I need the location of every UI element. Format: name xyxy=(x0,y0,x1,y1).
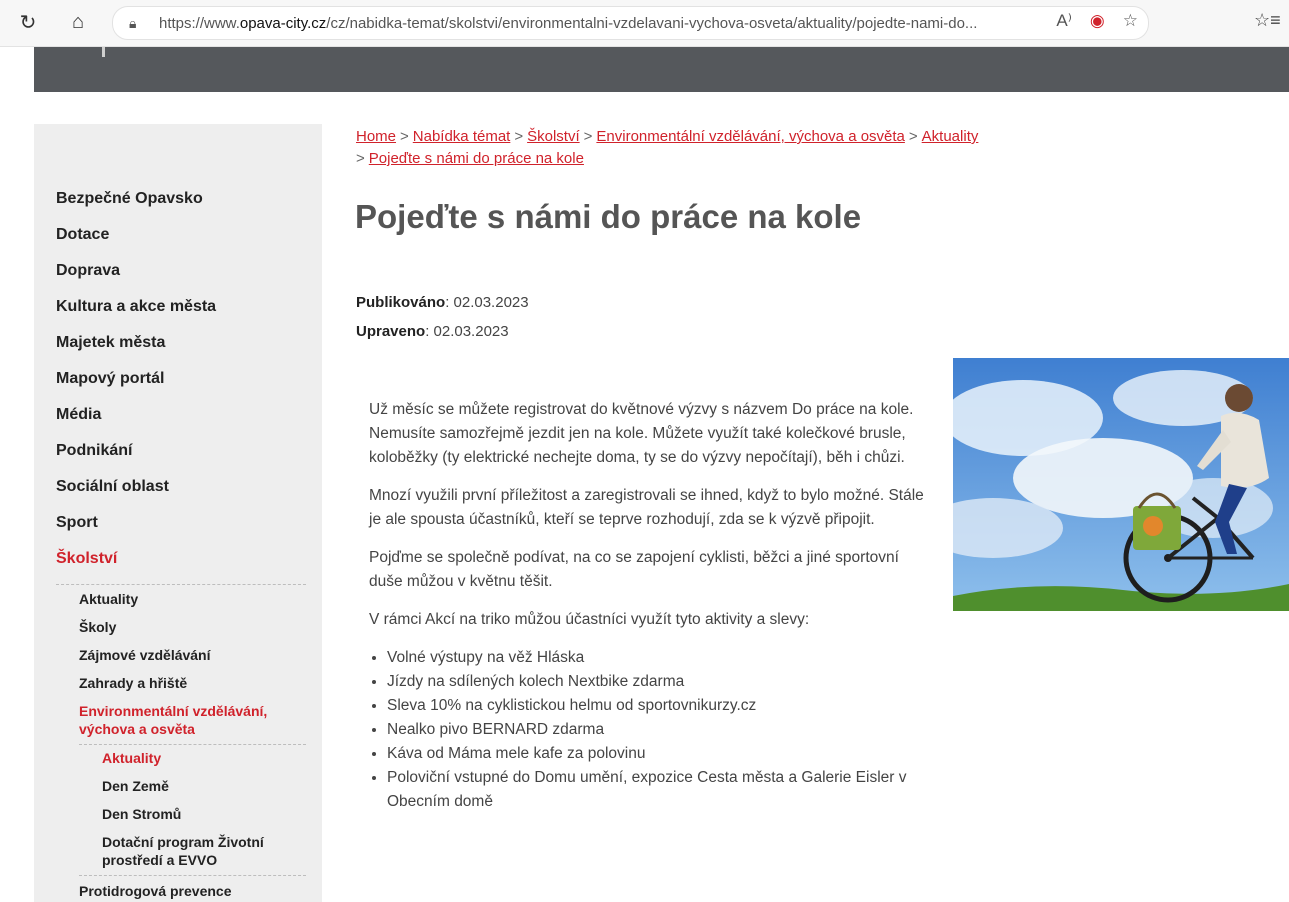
cyclist-photo-illustration xyxy=(953,358,1289,611)
site-header xyxy=(34,47,1289,92)
sidebar-subsubitem-den-stromu[interactable]: Den Stromů xyxy=(79,805,306,833)
sidebar-menu: Bezpečné Opavsko Dotace Doprava Kultura … xyxy=(56,188,306,902)
edited-date: : 02.03.2023 xyxy=(425,323,509,340)
sidebar-subsubitem-den-zeme[interactable]: Den Země xyxy=(79,777,306,805)
article-paragraph: Pojďme se společně podívat, na co se zap… xyxy=(369,549,899,590)
sidebar-item-podnikani[interactable]: Podnikání xyxy=(56,440,306,476)
sidebar-item-skolstvi[interactable]: Školství xyxy=(56,548,306,584)
page-title: Pojeďte s námi do práce na kole xyxy=(355,198,862,235)
breadcrumb-separator: > xyxy=(356,150,365,167)
list-item: Káva od Máma mele kafe za polovinu xyxy=(387,742,929,766)
sidebar-subitem-skoly[interactable]: Školy xyxy=(56,618,306,646)
sidebar-item-doprava[interactable]: Doprava xyxy=(56,260,306,296)
breadcrumb-aktuality[interactable]: Aktuality xyxy=(922,128,979,145)
list-item: Sleva 10% na cyklistickou helmu od sport… xyxy=(387,694,929,718)
published-date: : 02.03.2023 xyxy=(445,294,529,311)
article-paragraph: V rámci Akcí na triko můžou účastníci vy… xyxy=(369,611,810,628)
sidebar-subsubitem-dotacni-program[interactable]: Dotační program Životní prostředí a EVVO xyxy=(79,833,306,876)
reload-icon[interactable]: ↻ xyxy=(14,8,42,36)
sidebar-subitem-aktuality[interactable]: Aktuality xyxy=(56,590,306,618)
edited-row: Upraveno: 02.03.2023 xyxy=(356,317,529,346)
benefits-list: Volné výstupy na věž Hláska Jízdy na sdí… xyxy=(369,646,929,814)
sidebar-item-mapovy-portal[interactable]: Mapový portál xyxy=(56,368,306,404)
sidebar-item-sport[interactable]: Sport xyxy=(56,512,306,548)
breadcrumb-separator: > xyxy=(583,128,593,145)
sidebar-subitem-environmentalni[interactable]: Environmentální vzdělávání, výchova a os… xyxy=(56,702,306,744)
edited-label: Upraveno xyxy=(356,323,426,340)
article-paragraph: Už měsíc se můžete registrovat do květno… xyxy=(369,401,914,466)
tracking-prevention-icon[interactable]: ◉ xyxy=(1090,11,1105,31)
breadcrumb-current-article[interactable]: Pojeďte s námi do práce na kole xyxy=(369,150,584,167)
article-paragraph: Mnozí využili první příležitost a zaregi… xyxy=(369,487,924,528)
sidebar-subitem-zahrady[interactable]: Zahrady a hřiště xyxy=(56,674,306,702)
published-label: Publikováno xyxy=(356,294,446,311)
lock-icon[interactable]: 🔒︎ xyxy=(129,15,159,32)
add-favorite-icon[interactable]: ☆ xyxy=(1123,11,1138,31)
list-item: Volné výstupy na věž Hláska xyxy=(387,646,929,670)
breadcrumb-separator: > xyxy=(908,128,918,145)
breadcrumb-environmentalni[interactable]: Environmentální vzdělávání, výchova a os… xyxy=(596,128,905,145)
list-item: Poloviční vstupné do Domu umění, expozic… xyxy=(387,766,929,814)
sidebar-item-socialni-oblast[interactable]: Sociální oblast xyxy=(56,476,306,512)
sidebar-subitem-zajmove-vzdelavani[interactable]: Zájmové vzdělávání xyxy=(56,646,306,674)
article-meta: Publikováno: 02.03.2023 Upraveno: 02.03.… xyxy=(356,288,529,346)
list-item: Jízdy na sdílených kolech Nextbike zdarm… xyxy=(387,670,929,694)
sidebar-item-kultura[interactable]: Kultura a akce města xyxy=(56,296,306,332)
article-body: Už měsíc se můžete registrovat do květno… xyxy=(369,398,929,814)
favorites-icon[interactable]: ☆≡ xyxy=(1254,10,1281,31)
sidebar: Bezpečné Opavsko Dotace Doprava Kultura … xyxy=(34,124,322,902)
sidebar-item-majetek[interactable]: Majetek města xyxy=(56,332,306,368)
url-text[interactable]: https://www.opava-city.cz/cz/nabidka-tem… xyxy=(159,15,977,32)
breadcrumb-nabidka-temat[interactable]: Nabídka témat xyxy=(413,128,511,145)
article-photo xyxy=(953,358,1289,611)
sidebar-submenu: Aktuality Školy Zájmové vzdělávání Zahra… xyxy=(56,584,306,902)
published-row: Publikováno: 02.03.2023 xyxy=(356,288,529,317)
sidebar-subitem-protidrogova-prevence[interactable]: Protidrogová prevence xyxy=(56,876,306,902)
address-bar[interactable]: 🔒︎ https://www.opava-city.cz/cz/nabidka-… xyxy=(112,6,1149,40)
breadcrumb-separator: > xyxy=(400,128,409,145)
breadcrumb-skolstvi[interactable]: Školství xyxy=(527,128,580,145)
header-logo-fragment xyxy=(102,47,105,57)
home-icon[interactable]: ⌂ xyxy=(64,8,92,36)
sidebar-item-dotace[interactable]: Dotace xyxy=(56,224,306,260)
breadcrumb-home[interactable]: Home xyxy=(356,128,396,145)
list-item: Nealko pivo BERNARD zdarma xyxy=(387,718,929,742)
breadcrumb-separator: > xyxy=(514,128,524,145)
browser-toolbar: ↻ ⌂ 🔒︎ https://www.opava-city.cz/cz/nabi… xyxy=(0,0,1289,47)
sidebar-item-media[interactable]: Média xyxy=(56,404,306,440)
sidebar-subsubitem-aktuality[interactable]: Aktuality xyxy=(79,749,306,777)
sidebar-item-bezpecne-opavsko[interactable]: Bezpečné Opavsko xyxy=(56,188,306,224)
read-aloud-icon[interactable]: A⁾ xyxy=(1056,11,1072,31)
breadcrumb: Home > Nabídka témat > Školství > Environmentá… xyxy=(356,126,1126,170)
sidebar-subsubmenu: Aktuality Den Země Den Stromů Dotační pr… xyxy=(79,744,306,876)
